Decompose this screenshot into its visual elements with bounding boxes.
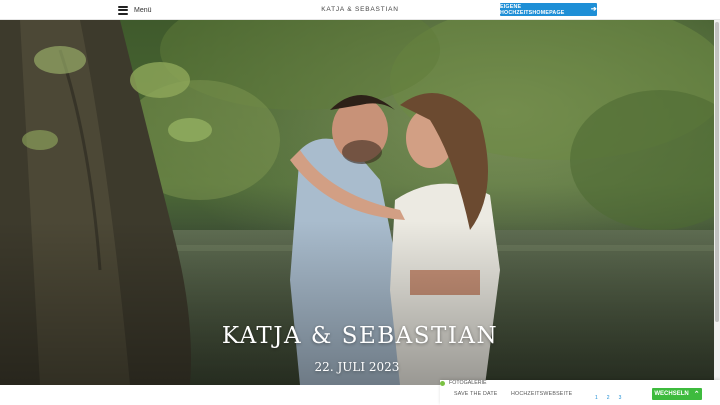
gallery-page-1[interactable]: 1	[595, 395, 598, 401]
scrollbar-thumb[interactable]	[715, 22, 719, 322]
save-the-date-tab[interactable]: SAVE THE DATE	[454, 391, 498, 397]
switch-label: WECHSELN	[654, 391, 689, 397]
hero-section: KATJA & SEBASTIAN 22. JULI 2023	[0, 20, 720, 385]
scrollbar[interactable]	[714, 20, 720, 385]
chevron-up-icon: ⌃	[693, 390, 700, 398]
photo-gallery-tab[interactable]: FOTOGALERIE	[440, 380, 720, 386]
site-title: KATJA & SEBASTIAN	[321, 6, 399, 13]
top-bar: Menü KATJA & SEBASTIAN EIGENE HOCHZEITSH…	[0, 0, 720, 20]
hero-date: 22. JULI 2023	[314, 360, 400, 374]
gallery-pagination: 1 2 3	[595, 395, 621, 401]
arrow-right-icon: ➔	[590, 6, 597, 13]
active-status-dot-icon	[440, 380, 445, 386]
gallery-page-2[interactable]: 2	[607, 395, 610, 401]
hero-title: KATJA & SEBASTIAN	[221, 323, 499, 349]
wedding-website-tab[interactable]: HOCHZEITSWEBSEITE	[511, 391, 572, 397]
switch-button[interactable]: WECHSELN ⌃	[652, 388, 702, 400]
gallery-page-3[interactable]: 3	[619, 395, 622, 401]
own-wedding-homepage-button[interactable]: EIGENE HOCHZEITSHOMEPAGE ➔	[500, 3, 597, 16]
cta-label: EIGENE HOCHZEITSHOMEPAGE	[500, 3, 565, 16]
template-switcher-bar: SAVE THE DATE HOCHZEITSWEBSEITE FOTOGALE…	[440, 380, 720, 405]
photo-gallery-label: FOTOGALERIE	[449, 380, 487, 386]
